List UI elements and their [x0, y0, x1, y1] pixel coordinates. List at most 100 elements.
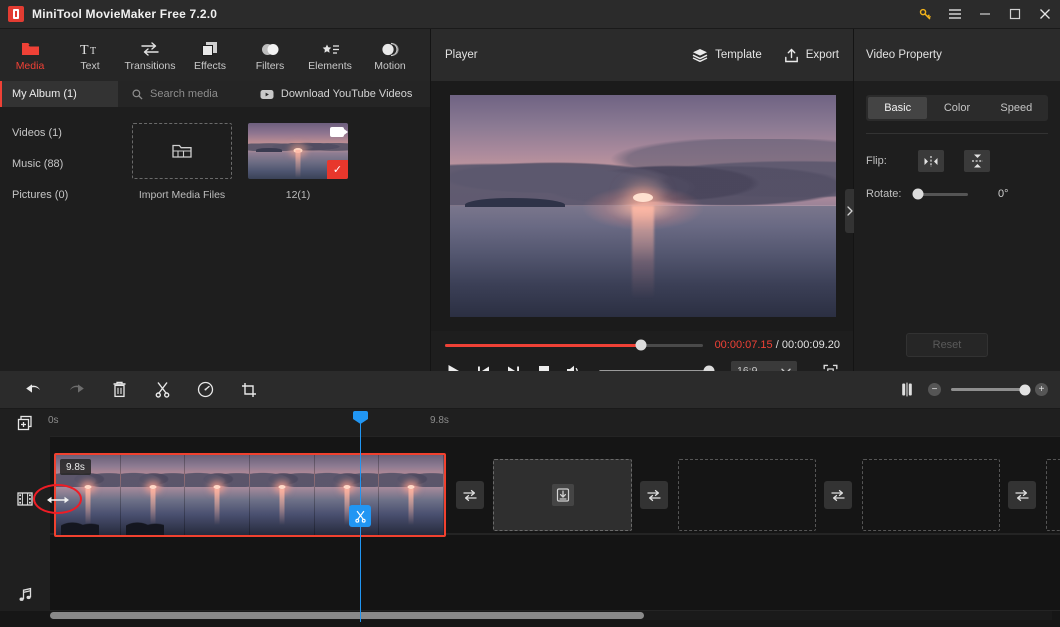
timeline-zoom-handle[interactable]	[1019, 384, 1031, 395]
rotate-slider[interactable]	[912, 188, 968, 200]
timeline-clip[interactable]: 9.8s	[54, 453, 446, 537]
export-button[interactable]: Export	[784, 48, 839, 63]
seek-row: 00:00:07.15 / 00:00:09.20	[431, 331, 854, 351]
media-placeholder-slot[interactable]	[1046, 459, 1060, 531]
transition-button[interactable]	[640, 481, 668, 509]
export-icon	[784, 48, 799, 63]
ribbon-tab-transitions[interactable]: Transitions	[120, 29, 180, 81]
speed-gauge-icon[interactable]	[184, 371, 227, 409]
motion-icon	[381, 38, 400, 57]
video-track-header[interactable]	[0, 461, 50, 537]
transition-button[interactable]	[1008, 481, 1036, 509]
rotate-value: 0°	[998, 188, 1009, 200]
menu-icon[interactable]	[940, 0, 970, 29]
media-thumbnail[interactable]: ✓	[248, 123, 348, 179]
player-title: Player	[445, 49, 478, 61]
import-media-tile[interactable]: Import Media Files	[132, 123, 232, 371]
video-property-panel: Video Property Basic Color Speed Flip: R…	[845, 29, 1060, 371]
window-controls	[910, 0, 1060, 29]
media-item[interactable]: ✓ 12(1)	[248, 123, 348, 371]
title-bar: MiniTool MovieMaker Free 7.2.0	[0, 0, 1060, 29]
timeline-zoom-slider[interactable]	[951, 384, 1031, 395]
sidebar-label-pictures: Pictures (0)	[12, 188, 69, 201]
audio-lane[interactable]	[50, 534, 1060, 611]
import-dropzone[interactable]	[132, 123, 232, 179]
minimize-button[interactable]	[970, 0, 1000, 29]
tab-color[interactable]: Color	[927, 97, 986, 119]
time-separator: /	[775, 339, 779, 351]
template-button[interactable]: Template	[692, 48, 762, 62]
app-window: MiniTool MovieMaker Free 7.2.0 Media T T…	[0, 0, 1060, 627]
main-ribbon: Media TT Text Transitions Effects Filter…	[0, 29, 430, 81]
player-header: Player Template Export	[431, 29, 853, 81]
media-categories: Videos (1) Music (88) Pictures (0)	[0, 107, 118, 371]
media-panel: My Album (1) Search media Download YouTu…	[0, 81, 430, 371]
timeline-hscrollbar[interactable]	[50, 611, 1052, 620]
sidebar-item-pictures[interactable]: Pictures (0)	[0, 179, 118, 210]
tab-my-album[interactable]: My Album (1)	[0, 81, 118, 107]
scissors-icon[interactable]	[141, 371, 184, 409]
audio-track-header[interactable]	[0, 557, 50, 627]
transitions-icon	[140, 38, 160, 57]
ribbon-label-elements: Elements	[308, 60, 352, 72]
timeline-hscroll-thumb[interactable]	[50, 612, 644, 619]
ribbon-tab-effects[interactable]: Effects	[180, 29, 240, 81]
film-strip-icon	[17, 491, 33, 507]
split-clip-button[interactable]	[349, 505, 371, 527]
transition-button[interactable]	[824, 481, 852, 509]
media-placeholder-slot[interactable]	[862, 459, 1000, 531]
video-frame[interactable]	[449, 95, 836, 317]
zoom-in-button[interactable]: +	[1035, 383, 1048, 396]
preview-sun-reflection	[631, 206, 654, 300]
media-placeholder-slot[interactable]	[678, 459, 816, 531]
thumbnail-island	[256, 147, 282, 152]
clip-frame	[120, 455, 186, 535]
video-preview-area[interactable]	[431, 81, 854, 331]
rotate-handle[interactable]	[912, 188, 924, 200]
timeline-ruler[interactable]: 0s 9.8s	[0, 409, 1060, 436]
crop-icon[interactable]	[227, 371, 270, 409]
zoom-fit-icon[interactable]	[896, 379, 918, 401]
search-media-input[interactable]: Search media	[132, 88, 218, 100]
ribbon-tab-filters[interactable]: Filters	[240, 29, 300, 81]
maximize-button[interactable]	[1000, 0, 1030, 29]
current-time: 00:00:07.15	[714, 339, 773, 351]
rotate-label: Rotate:	[866, 188, 902, 200]
tab-speed[interactable]: Speed	[987, 97, 1046, 119]
property-title: Video Property	[866, 49, 942, 61]
sidebar-item-videos[interactable]: Videos (1)	[0, 117, 118, 148]
flip-vertical-icon[interactable]	[964, 150, 990, 172]
close-button[interactable]	[1030, 0, 1060, 29]
music-note-icon	[18, 587, 33, 603]
download-youtube-button[interactable]: Download YouTube Videos	[260, 88, 412, 100]
key-icon[interactable]	[910, 0, 940, 29]
sidebar-item-music[interactable]: Music (88)	[0, 148, 118, 179]
tab-basic[interactable]: Basic	[868, 97, 928, 119]
panel-collapse-toggle[interactable]	[845, 189, 854, 233]
zoom-in-label: +	[1038, 383, 1045, 395]
add-media-icon[interactable]	[16, 414, 33, 431]
seek-slider[interactable]	[445, 339, 703, 351]
ribbon-tab-media[interactable]: Media	[0, 29, 60, 81]
flip-horizontal-icon[interactable]	[918, 150, 944, 172]
ribbon-label-text: Text	[80, 60, 100, 72]
ribbon-label-motion: Motion	[374, 60, 406, 72]
ribbon-tab-text[interactable]: TT Text	[60, 29, 120, 81]
zoom-out-button[interactable]: −	[928, 383, 941, 396]
selected-check-icon: ✓	[327, 160, 348, 179]
clip-frame	[185, 455, 251, 535]
property-tabs: Basic Color Speed	[866, 95, 1048, 121]
trash-icon[interactable]	[98, 371, 141, 409]
ribbon-label-effects: Effects	[194, 60, 226, 72]
rotate-row: Rotate: 0°	[854, 188, 1060, 200]
seek-handle[interactable]	[635, 339, 647, 351]
transition-button[interactable]	[456, 481, 484, 509]
undo-icon[interactable]	[12, 371, 55, 409]
ribbon-tab-motion[interactable]: Motion	[360, 29, 420, 81]
clip-thumbnails	[56, 455, 444, 535]
track-headers	[0, 436, 50, 611]
reset-button[interactable]: Reset	[906, 333, 988, 357]
ribbon-label-transitions: Transitions	[124, 60, 176, 72]
ribbon-tab-elements[interactable]: Elements	[300, 29, 360, 81]
media-placeholder-slot[interactable]	[493, 459, 632, 531]
